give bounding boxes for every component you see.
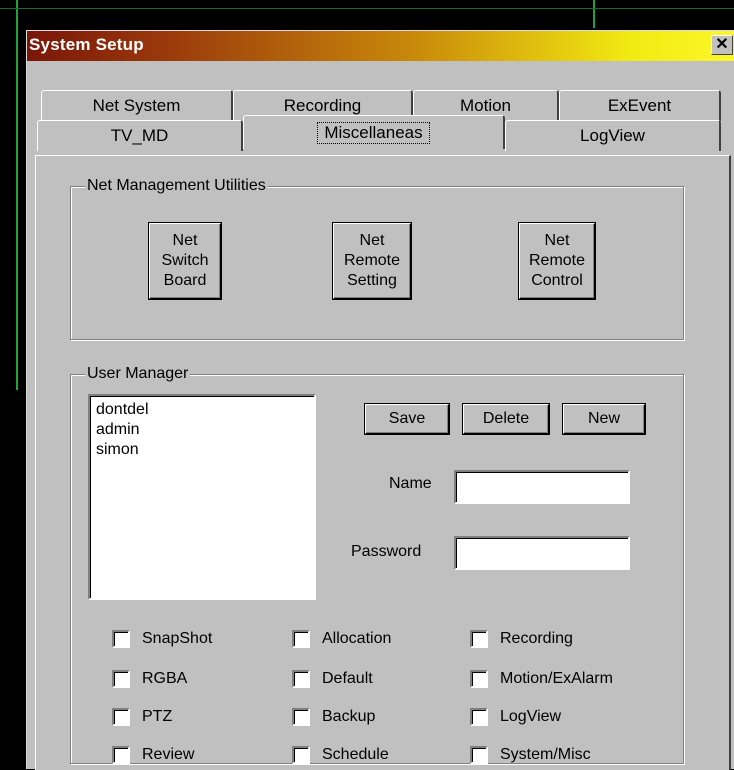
password-label: Password	[351, 543, 422, 560]
checkbox-box[interactable]	[470, 708, 488, 726]
password-field[interactable]	[454, 536, 630, 570]
save-button[interactable]: Save	[364, 403, 450, 435]
window-title: System Setup	[29, 35, 144, 54]
checkbox-box[interactable]	[112, 708, 130, 726]
tab-net-system[interactable]: Net System	[41, 90, 233, 121]
user-manager-legend: User Manager	[85, 364, 191, 384]
checkbox-box[interactable]	[470, 746, 488, 764]
checkbox-box[interactable]	[112, 630, 130, 648]
user-list[interactable]: dontdel admin simon	[88, 394, 316, 600]
checkbox-motion-exalarm[interactable]: Motion/ExAlarm	[470, 669, 613, 689]
tab-tv-md[interactable]: TV_MD	[37, 120, 243, 151]
tab-exevent[interactable]: ExEvent	[559, 90, 721, 121]
delete-button[interactable]: Delete	[462, 403, 550, 435]
list-item[interactable]: dontdel	[96, 400, 308, 420]
checkbox-rgba[interactable]: RGBA	[112, 669, 187, 689]
close-button[interactable]: ✕	[711, 35, 733, 55]
checkbox-allocation[interactable]: Allocation	[292, 629, 391, 649]
net-management-legend: Net Management Utilities	[85, 176, 268, 196]
background-line	[0, 8, 734, 9]
checkbox-review[interactable]: Review	[112, 745, 194, 765]
checkbox-box[interactable]	[292, 630, 310, 648]
list-item[interactable]: admin	[96, 420, 308, 440]
checkbox-ptz[interactable]: PTZ	[112, 707, 172, 727]
tab-miscellaneas[interactable]: Miscellaneas	[243, 115, 505, 149]
checkbox-recording[interactable]: Recording	[470, 629, 573, 649]
net-switch-board-button[interactable]: Net Switch Board	[148, 222, 222, 300]
checkbox-default[interactable]: Default	[292, 669, 373, 689]
title-bar[interactable]: System Setup ✕	[27, 31, 734, 61]
name-field[interactable]	[454, 470, 630, 504]
checkbox-backup[interactable]: Backup	[292, 707, 375, 727]
tab-logview[interactable]: LogView	[505, 120, 721, 151]
net-remote-control-button[interactable]: Net Remote Control	[518, 222, 596, 300]
name-label: Name	[389, 475, 432, 492]
background-line	[593, 0, 595, 28]
checkbox-system-misc[interactable]: System/Misc	[470, 745, 591, 765]
background-line	[16, 0, 18, 390]
checkbox-snapshot[interactable]: SnapShot	[112, 629, 212, 649]
checkbox-box[interactable]	[292, 746, 310, 764]
checkbox-box[interactable]	[292, 708, 310, 726]
system-setup-dialog: System Setup ✕ Net System Recording Moti…	[26, 30, 734, 770]
checkbox-box[interactable]	[292, 670, 310, 688]
checkbox-schedule[interactable]: Schedule	[292, 745, 389, 765]
miscellaneas-panel: Net Management Utilities Net Switch Board …	[35, 155, 731, 770]
checkbox-box[interactable]	[112, 746, 130, 764]
close-icon: ✕	[715, 36, 729, 53]
checkbox-logview[interactable]: LogView	[470, 707, 561, 727]
checkbox-box[interactable]	[112, 670, 130, 688]
checkbox-box[interactable]	[470, 630, 488, 648]
new-button[interactable]: New	[562, 403, 646, 435]
checkbox-box[interactable]	[470, 670, 488, 688]
net-remote-setting-button[interactable]: Net Remote Setting	[332, 222, 412, 300]
list-item[interactable]: simon	[96, 440, 308, 460]
